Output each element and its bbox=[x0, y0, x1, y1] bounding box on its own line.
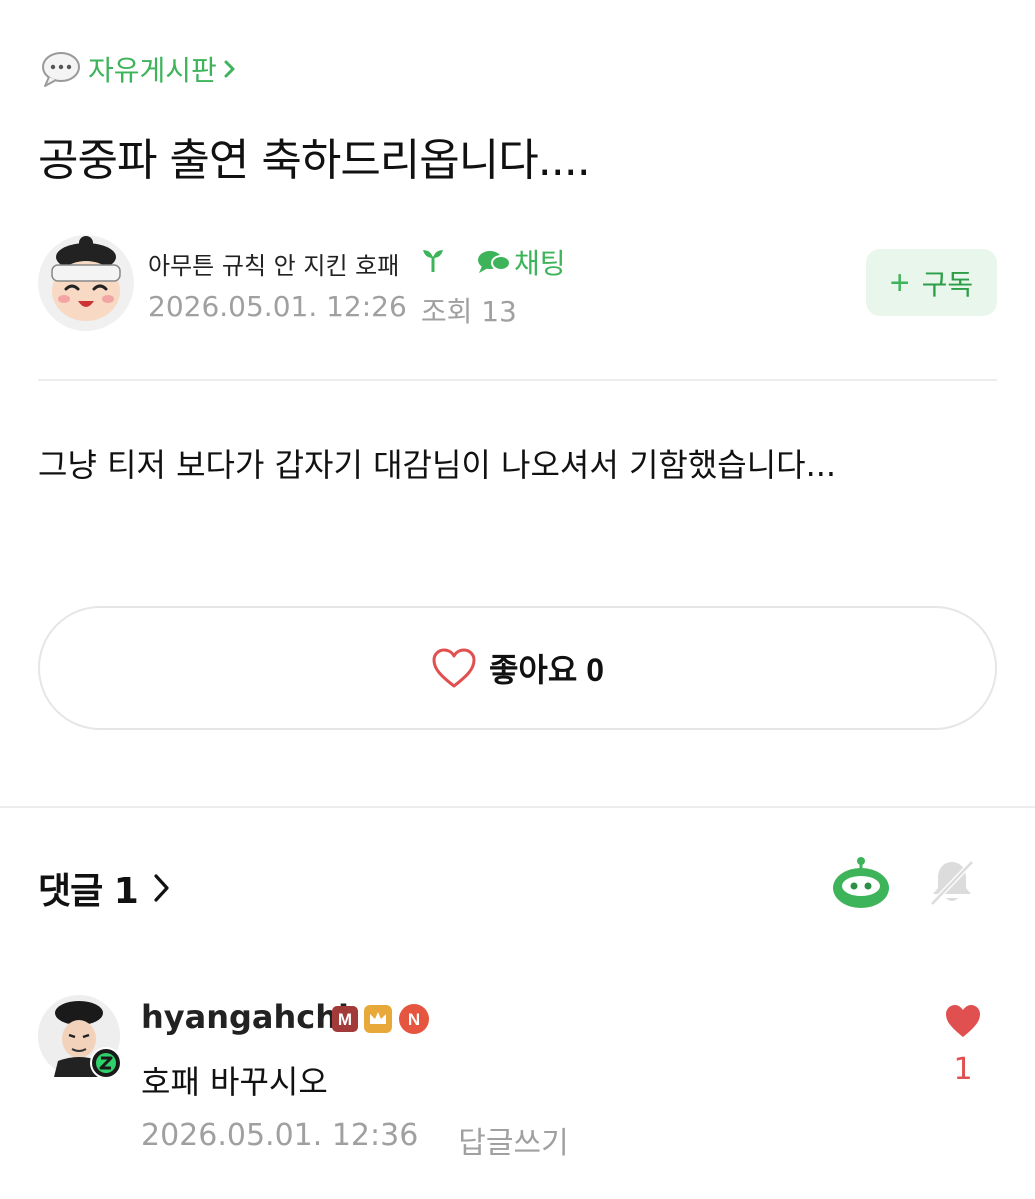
n-badge-icon: N bbox=[398, 1003, 430, 1039]
chat-link[interactable]: 채팅 bbox=[476, 242, 566, 282]
comment-meta: 2026.05.01. 12:36 답글쓰기 bbox=[141, 1118, 569, 1162]
heart-outline-icon bbox=[432, 648, 476, 688]
comment-date: 2026.05.01. 12:36 bbox=[141, 1118, 419, 1153]
section-divider bbox=[0, 806, 1035, 808]
comments-title: 댓글 1 bbox=[38, 871, 139, 912]
svg-text:M: M bbox=[338, 1010, 352, 1029]
post-meta: 2026.05.01. 12:26 조회 13 bbox=[148, 290, 517, 330]
chat-bubbles-icon bbox=[478, 251, 511, 273]
like-button[interactable]: 좋아요 0 bbox=[38, 606, 997, 730]
svg-text:N: N bbox=[408, 1010, 420, 1029]
speech-bubble-icon bbox=[42, 52, 80, 87]
post-views: 조회 13 bbox=[420, 295, 517, 328]
comments-header[interactable]: 댓글 1 bbox=[38, 862, 172, 914]
chat-label: 채팅 bbox=[514, 247, 566, 280]
subscribe-label: 구독 bbox=[921, 268, 974, 300]
robot-icon[interactable] bbox=[830, 856, 892, 912]
z-badge-icon bbox=[90, 1047, 122, 1079]
post-body: 그냥 티저 보다가 갑자기 대감님이 나오셔서 기함했습니다... bbox=[38, 446, 837, 484]
crown-badge-icon bbox=[364, 1005, 392, 1037]
m-badge-icon: M bbox=[332, 1006, 358, 1036]
reply-button[interactable]: 답글쓰기 bbox=[458, 1118, 568, 1162]
chevron-right-icon bbox=[224, 60, 235, 78]
sprout-icon bbox=[423, 250, 443, 272]
avatar-illustration bbox=[38, 235, 134, 331]
divider bbox=[38, 379, 997, 381]
subscribe-button[interactable]: + 구독 bbox=[866, 249, 997, 316]
plus-icon: + bbox=[889, 263, 910, 302]
board-name: 자유게시판 bbox=[88, 54, 217, 87]
post-date: 2026.05.01. 12:26 bbox=[148, 290, 407, 323]
board-link[interactable]: 자유게시판 bbox=[40, 48, 237, 90]
author-avatar[interactable] bbox=[38, 235, 134, 331]
like-label: 좋아요 0 bbox=[488, 652, 604, 688]
comment-author-name[interactable]: hyangahchi bbox=[141, 998, 349, 1036]
comment-text: 호패 바꾸시오 bbox=[141, 1063, 328, 1101]
author-name[interactable]: 아무튼 규칙 안 지킨 호패 bbox=[148, 246, 399, 281]
heart-filled-icon[interactable] bbox=[944, 1003, 982, 1039]
post-title: 공중파 출연 축하드리옵니다.... bbox=[38, 135, 591, 186]
comment-like-count: 1 bbox=[953, 1052, 973, 1087]
bell-off-icon[interactable] bbox=[926, 856, 978, 908]
comment-badges: M N bbox=[332, 1003, 430, 1039]
chevron-right-icon bbox=[154, 874, 169, 902]
